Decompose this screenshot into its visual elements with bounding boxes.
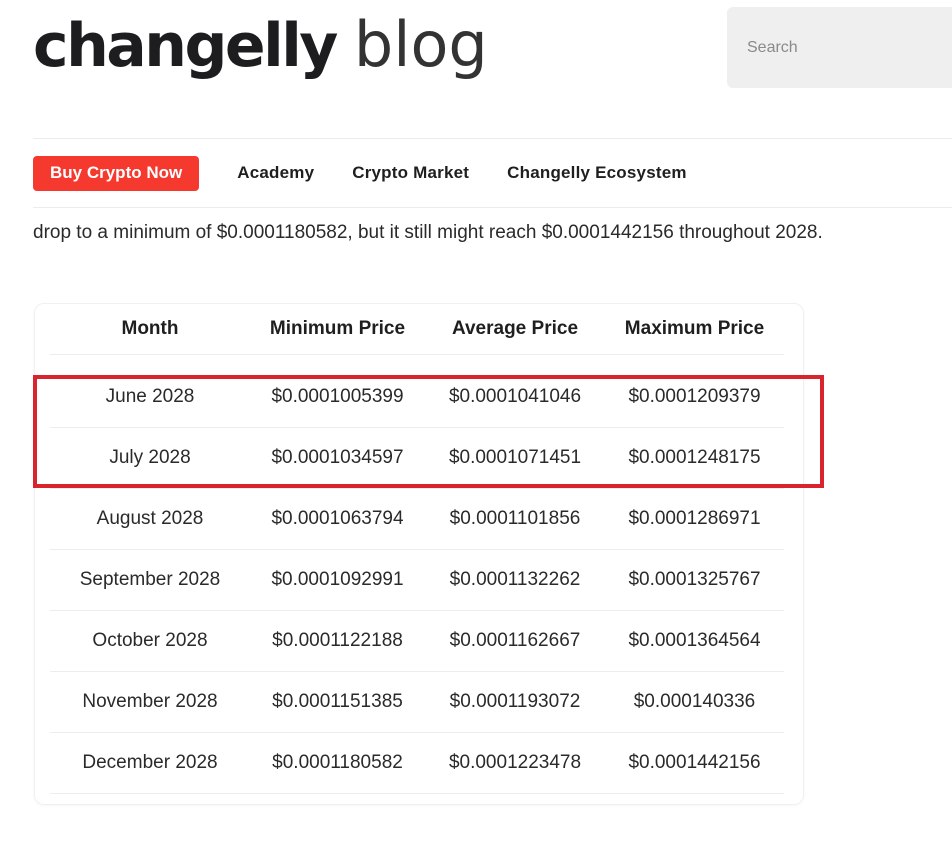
cell-max-price: $0.0001209379 xyxy=(605,367,784,428)
cell-max-price: $0.0001286971 xyxy=(605,488,784,550)
cell-max-price: $0.0001364564 xyxy=(605,610,784,672)
cell-month: November 2028 xyxy=(50,671,250,733)
cell-avg-price: $0.0001193072 xyxy=(425,671,605,733)
cell-max-price: $0.0001325767 xyxy=(605,549,784,611)
table-row: October 2028 $0.0001122188 $0.0001162667… xyxy=(50,610,784,672)
cell-month: July 2028 xyxy=(50,427,250,489)
logo-blog-text: blog xyxy=(353,8,488,81)
logo-brand-text: changelly xyxy=(33,11,338,81)
table-row: September 2028 $0.0001092991 $0.00011322… xyxy=(50,549,784,611)
table-row: December 2028 $0.0001180582 $0.000122347… xyxy=(50,732,784,794)
cell-month: December 2028 xyxy=(50,732,250,794)
article-intro-text: drop to a minimum of $0.0001180582, but … xyxy=(33,222,823,243)
header-divider xyxy=(33,138,952,139)
cell-avg-price: $0.0001071451 xyxy=(425,427,605,489)
buy-crypto-now-button[interactable]: Buy Crypto Now xyxy=(33,155,200,191)
price-prediction-table: Month Minimum Price Average Price Maximu… xyxy=(50,304,784,794)
table-row: November 2028 $0.0001151385 $0.000119307… xyxy=(50,671,784,733)
cell-min-price: $0.0001092991 xyxy=(250,549,425,611)
cell-avg-price: $0.0001101856 xyxy=(425,488,605,550)
search-box[interactable] xyxy=(727,7,952,88)
search-input[interactable] xyxy=(745,37,949,58)
cell-min-price: $0.0001180582 xyxy=(250,732,425,794)
table-header-row: Month Minimum Price Average Price Maximu… xyxy=(50,304,784,355)
cell-avg-price: $0.0001132262 xyxy=(425,549,605,611)
cell-month: August 2028 xyxy=(50,488,250,550)
cell-max-price: $0.0001248175 xyxy=(605,427,784,489)
nav-link-academy[interactable]: Academy xyxy=(237,163,314,183)
table-row: July 2028 $0.0001034597 $0.0001071451 $0… xyxy=(50,427,784,489)
cell-max-price: $0.0001442156 xyxy=(605,732,784,794)
header-maximum-price: Maximum Price xyxy=(605,304,784,355)
cell-min-price: $0.0001151385 xyxy=(250,671,425,733)
cell-month: June 2028 xyxy=(50,367,250,428)
table-row: August 2028 $0.0001063794 $0.0001101856 … xyxy=(50,488,784,550)
cell-min-price: $0.0001034597 xyxy=(250,427,425,489)
cell-min-price: $0.0001122188 xyxy=(250,610,425,672)
cell-avg-price: $0.0001041046 xyxy=(425,367,605,428)
header-minimum-price: Minimum Price xyxy=(250,304,425,355)
cell-month: September 2028 xyxy=(50,549,250,611)
main-nav: Buy Crypto Now Academy Crypto Market Cha… xyxy=(33,155,687,191)
nav-divider xyxy=(33,207,952,208)
header-average-price: Average Price xyxy=(425,304,605,355)
table-row: June 2028 $0.0001005399 $0.0001041046 $0… xyxy=(50,367,784,428)
cell-min-price: $0.0001005399 xyxy=(250,367,425,428)
header-month: Month xyxy=(50,304,250,355)
nav-link-changelly-ecosystem[interactable]: Changelly Ecosystem xyxy=(507,163,687,183)
table-spacer xyxy=(50,355,784,368)
nav-link-crypto-market[interactable]: Crypto Market xyxy=(352,163,469,183)
cell-min-price: $0.0001063794 xyxy=(250,488,425,550)
cell-avg-price: $0.0001162667 xyxy=(425,610,605,672)
cell-month: October 2028 xyxy=(50,610,250,672)
site-logo[interactable]: changelly blog xyxy=(33,8,488,88)
cell-avg-price: $0.0001223478 xyxy=(425,732,605,794)
cell-max-price: $0.000140336 xyxy=(605,671,784,733)
price-table-card: Month Minimum Price Average Price Maximu… xyxy=(34,303,804,805)
